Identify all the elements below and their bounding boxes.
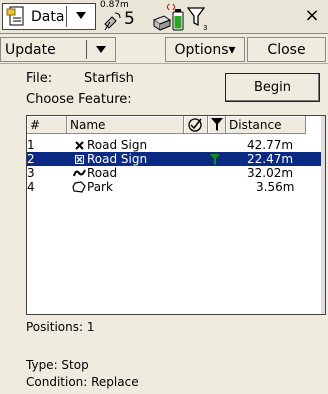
column-header-number[interactable]: # [27,116,67,134]
begin-label: Begin [253,80,292,95]
receiver-icon[interactable] [151,12,173,32]
row-distance: 32.02m [247,166,294,180]
begin-button[interactable]: Begin [225,73,320,102]
status-bar: Data 0.87m 5 3 × [0,0,328,34]
file-label: File: [26,71,53,86]
row-number: 3 [27,166,35,180]
chevron-down-icon[interactable] [96,46,106,53]
polygon-icon [72,181,86,193]
update-button[interactable]: Update [0,37,116,62]
row-name: Road Sign [87,152,148,166]
battery-icon[interactable] [172,9,184,31]
chevron-down-icon [76,12,86,19]
document-icon [6,6,24,26]
feature-list[interactable]: # Name Distance 1 Road Sign 42.77m 2 Roa… [26,115,326,315]
row-name: Park [87,180,113,194]
row-distance: 3.56m [256,180,295,194]
close-button[interactable]: Close [247,37,326,62]
row-name: Road [87,166,118,180]
positions-count: Positions: 1 [26,320,95,334]
table-row[interactable]: 4 Park 3.56m [27,180,325,194]
check-circle-icon [188,118,202,132]
satellite-count: 5 [124,9,135,29]
filter-count: 3 [203,24,208,32]
divider [86,40,87,59]
row-number: 4 [27,180,35,194]
satellite-icon[interactable] [101,10,123,32]
column-header-status[interactable] [184,116,208,134]
column-header-name[interactable]: Name [67,116,184,134]
choose-feature-label: Choose Feature: [26,92,132,107]
divider [66,6,67,27]
table-row[interactable]: 3 Road 32.02m [27,166,325,180]
table-row-selected[interactable]: 2 Road Sign 22.47m [27,152,325,166]
row-name: Road Sign [87,138,148,152]
toolbar: Update Options▾ Close [0,35,328,64]
update-label: Update [5,41,56,58]
row-number: 1 [27,138,35,152]
scrollbar[interactable] [321,116,325,314]
filter-icon [210,154,220,165]
filter-icon [211,118,223,131]
data-menu-label: Data [31,8,65,25]
file-value: Starfish [84,71,134,86]
column-header-distance[interactable]: Distance [226,116,306,134]
options-button[interactable]: Options▾ [165,37,245,62]
box-x-icon [75,155,84,164]
options-label: Options▾ [174,41,236,58]
table-row[interactable]: 1 Road Sign 42.77m [27,138,325,152]
feature-condition: Condition: Replace [26,375,139,389]
close-label: Close [267,41,306,58]
line-icon [73,169,86,177]
data-menu-button[interactable]: Data [2,3,96,30]
close-icon[interactable]: × [300,4,324,28]
x-mark-icon [75,141,84,150]
feature-type: Type: Stop [26,358,89,372]
row-distance: 42.77m [247,138,294,152]
column-header-filter[interactable] [208,116,226,134]
row-number: 2 [27,152,35,166]
row-distance: 22.47m [247,152,294,166]
